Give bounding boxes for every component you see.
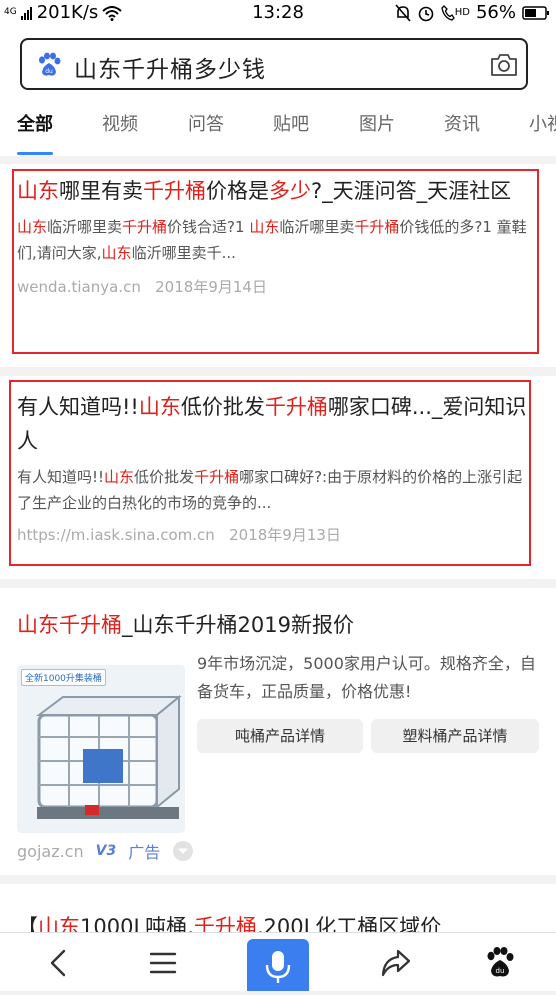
result-card[interactable]: 山东哪里有卖千升桶价格是多少?_天涯问答_天涯社区 山东临沂哪里卖千升桶价钱合适… xyxy=(0,164,556,367)
snippet-part: 千升桶 xyxy=(194,468,240,486)
title-part: 山东 xyxy=(138,395,181,419)
ad-label: 广告 xyxy=(128,843,161,862)
active-tab-indicator xyxy=(17,152,53,155)
title-part: 千升桶 xyxy=(264,395,328,419)
ad-card[interactable]: 山东千升桶_山东千升桶2019新报价 全新1000升集装桶 9年市场沉淀，500… xyxy=(0,588,556,875)
title-part: 哪里有卖 xyxy=(59,179,143,203)
ad-button-plastic-barrel[interactable]: 塑料桶产品详情 xyxy=(371,719,539,753)
tab-qa[interactable]: 问答 xyxy=(188,110,224,136)
result-date: 2018年9月13日 xyxy=(229,526,341,544)
tab-images[interactable]: 图片 xyxy=(359,110,395,136)
title-part: 价格是 xyxy=(206,179,269,203)
tab-all[interactable]: 全部 xyxy=(17,110,53,136)
back-icon[interactable] xyxy=(42,945,78,981)
ad-description: 9年市场沉淀，5000家用户认可。规格齐全，自备货车，正品质量，价格优惠! xyxy=(197,654,536,701)
result-title[interactable]: 山东哪里有卖千升桶价格是多少?_天涯问答_天涯社区 xyxy=(17,174,535,208)
snippet-part: 山东 xyxy=(249,218,280,236)
battery-icon xyxy=(522,5,549,20)
volte-label: HD xyxy=(454,7,470,18)
result-domain[interactable]: wenda.tianya.cn xyxy=(17,278,141,296)
snippet-part: 低价批发 xyxy=(134,468,195,486)
snippet-part: 临沂哪里卖 xyxy=(279,218,355,236)
battery-percent: 56% xyxy=(475,2,516,23)
share-icon[interactable] xyxy=(378,945,414,981)
snippet-part: 临沂哪里卖 xyxy=(47,218,123,236)
tab-video[interactable]: 视频 xyxy=(102,110,138,136)
v-badge: V3 xyxy=(95,843,117,859)
result-snippet: 有人知道吗!!山东低价批发千升桶哪家口碑好?:由于原材料的价格的上涨引起了生产企… xyxy=(17,464,527,516)
menu-icon[interactable] xyxy=(145,945,181,981)
title-part: 多少 xyxy=(269,179,311,203)
snippet-part: 山东 xyxy=(17,218,48,236)
result-title[interactable]: 有人知道吗!!山东低价批发千升桶哪家口碑..._爱问知识人 xyxy=(17,390,527,458)
dropdown-circle-icon[interactable] xyxy=(172,840,194,862)
title-part: ?_天涯问答_天涯社区 xyxy=(311,179,512,203)
svg-text:du: du xyxy=(45,68,53,75)
result-snippet: 山东临沂哪里卖千升桶价钱合适?1 山东临沂哪里卖千升桶价钱低的多?1 童鞋们,请… xyxy=(17,214,535,266)
status-right: HD 56% xyxy=(395,2,550,23)
tab-short-video[interactable]: 小视频 xyxy=(529,110,556,136)
status-bar: 4G 201K/s 13:28 HD 56% xyxy=(0,0,556,26)
snippet-part: 山东 xyxy=(101,244,132,262)
snippet-part: 价钱合适?1 xyxy=(167,218,250,236)
result-meta: https://m.iask.sina.com.cn 2018年9月13日 xyxy=(17,524,527,545)
snippet-part: 千升桶 xyxy=(354,218,400,236)
ad-meta: gojaz.cn V3 广告 xyxy=(17,839,194,863)
snippet-part: 山东 xyxy=(104,468,135,486)
ad-title-rest: _山东千升桶2019新报价 xyxy=(122,613,354,637)
title-part: 低价批发 xyxy=(180,395,265,419)
snippet-part: 千升桶 xyxy=(122,218,168,236)
ad-product-image[interactable]: 全新1000升集装桶 xyxy=(17,665,185,833)
mic-icon xyxy=(265,951,291,983)
camera-icon[interactable] xyxy=(490,52,518,78)
result-domain[interactable]: https://m.iask.sina.com.cn xyxy=(17,526,215,544)
svg-text:du: du xyxy=(496,967,505,975)
bottom-toolbar: du xyxy=(0,932,556,991)
title-part: 千升桶 xyxy=(143,179,206,203)
snippet-part: 有人知道吗!! xyxy=(17,468,105,486)
phone-icon xyxy=(441,4,455,21)
ad-domain[interactable]: gojaz.cn xyxy=(17,842,84,861)
voice-search-button[interactable] xyxy=(247,939,309,991)
tab-news[interactable]: 资讯 xyxy=(444,110,480,136)
baidu-icon[interactable]: du xyxy=(482,945,518,981)
snippet-part: 临沂哪里卖千... xyxy=(131,244,236,262)
result-meta: wenda.tianya.cn 2018年9月14日 xyxy=(17,276,535,297)
result-card[interactable]: 有人知道吗!!山东低价批发千升桶哪家口碑..._爱问知识人 有人知道吗!!山东低… xyxy=(0,376,556,579)
ad-title-highlight: 山东千升桶 xyxy=(17,613,122,637)
tab-tieba[interactable]: 贴吧 xyxy=(273,110,309,136)
baidu-paw-icon: du xyxy=(39,52,61,76)
search-box[interactable]: du 山东千升桶多少钱 xyxy=(20,38,528,90)
alarm-icon xyxy=(418,6,434,21)
volte-badge: HD xyxy=(441,4,470,21)
search-header: du 山东千升桶多少钱 全部 视频 问答 贴吧 图片 资讯 小视频 xyxy=(0,26,556,156)
title-part: 山东 xyxy=(17,179,59,203)
mute-bell-icon xyxy=(395,3,411,22)
ibc-tote-image xyxy=(36,694,182,819)
title-part: 有人知道吗!! xyxy=(17,395,139,419)
ad-title[interactable]: 山东千升桶_山东千升桶2019新报价 xyxy=(17,608,354,642)
search-input[interactable]: 山东千升桶多少钱 xyxy=(74,50,266,84)
result-date: 2018年9月14日 xyxy=(155,278,267,296)
result-tabs: 全部 视频 问答 贴吧 图片 资讯 小视频 xyxy=(0,106,556,156)
ad-button-ton-barrel[interactable]: 吨桶产品详情 xyxy=(197,719,363,753)
